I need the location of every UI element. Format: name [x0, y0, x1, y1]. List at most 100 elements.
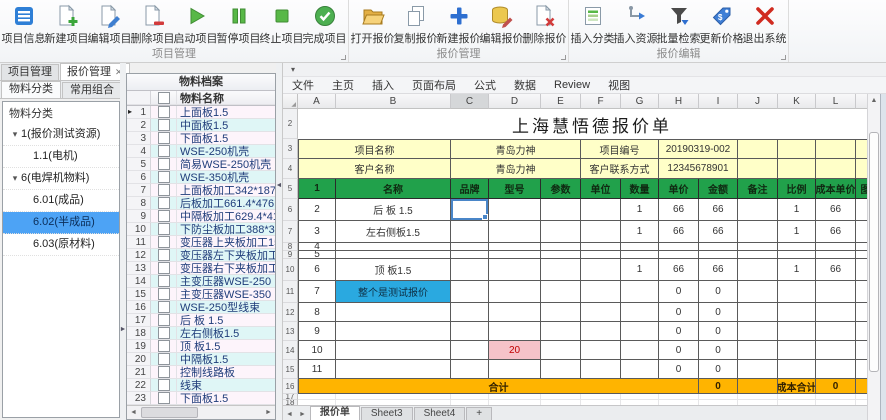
data-cell[interactable]	[451, 322, 489, 341]
ribbon-button[interactable]: 新建报价	[437, 1, 481, 47]
material-row[interactable]: 17 后 板 1.5	[127, 314, 275, 327]
ribbon-button[interactable]: 复制报价	[394, 1, 438, 47]
data-cell[interactable]	[621, 251, 659, 259]
data-cell[interactable]	[738, 360, 778, 379]
info-cell[interactable]	[816, 139, 856, 159]
data-cell[interactable]: 10	[298, 341, 336, 360]
data-cell[interactable]	[489, 322, 541, 341]
menu-item-页面布局[interactable]: 页面布局	[403, 77, 465, 93]
column-header-F[interactable]: F	[581, 94, 621, 109]
data-cell[interactable]	[541, 281, 581, 303]
data-cell[interactable]	[336, 251, 451, 259]
column-header-M[interactable]: M	[856, 94, 867, 109]
data-cell[interactable]: 66	[699, 259, 738, 281]
row-header[interactable]: 10	[283, 259, 298, 281]
data-cell[interactable]: 66	[659, 259, 699, 281]
row-checkbox[interactable]	[151, 210, 177, 223]
row-checkbox[interactable]	[151, 262, 177, 275]
column-header-E[interactable]: E	[541, 94, 581, 109]
row-header[interactable]: 7	[283, 221, 298, 243]
row-checkbox[interactable]	[151, 353, 177, 366]
expander-icon[interactable]: ▾	[9, 168, 21, 189]
menu-item-主页[interactable]: 主页	[323, 77, 363, 93]
row-checkbox[interactable]	[151, 236, 177, 249]
data-cell[interactable]	[541, 259, 581, 281]
row-checkbox[interactable]	[151, 223, 177, 236]
info-cell[interactable]: 项目名称	[298, 139, 451, 159]
data-cell[interactable]	[856, 281, 867, 303]
ribbon-button[interactable]: 新建项目	[45, 1, 89, 47]
data-cell[interactable]	[738, 251, 778, 259]
data-cell[interactable]	[581, 303, 621, 322]
data-cell[interactable]	[778, 322, 816, 341]
data-cell[interactable]	[816, 243, 856, 251]
data-cell[interactable]	[738, 281, 778, 303]
data-cell[interactable]	[581, 281, 621, 303]
dropdown-arrow-icon[interactable]: ▾	[291, 65, 295, 74]
info-cell[interactable]	[856, 139, 867, 159]
data-cell[interactable]	[541, 199, 581, 221]
data-cell[interactable]: 0	[659, 360, 699, 379]
ribbon-button[interactable]: 插入分类	[571, 1, 615, 47]
data-cell[interactable]	[336, 243, 451, 251]
row-header[interactable]: 3	[283, 139, 298, 159]
info-cell[interactable]	[816, 159, 856, 179]
data-cell[interactable]	[778, 243, 816, 251]
data-cell[interactable]	[451, 243, 489, 251]
material-row[interactable]: 21 控制线路板	[127, 366, 275, 379]
data-cell[interactable]: 2	[298, 199, 336, 221]
row-header[interactable]: 2	[283, 109, 298, 139]
info-cell[interactable]: 青岛力神	[451, 159, 581, 179]
data-cell[interactable]	[816, 322, 856, 341]
row-checkbox[interactable]	[151, 197, 177, 210]
data-cell[interactable]	[451, 341, 489, 360]
data-cell[interactable]	[738, 303, 778, 322]
data-cell[interactable]	[581, 322, 621, 341]
data-cell[interactable]	[699, 251, 738, 259]
column-header-A[interactable]: A	[298, 94, 336, 109]
data-cell[interactable]	[621, 360, 659, 379]
data-cell[interactable]	[621, 243, 659, 251]
row-header[interactable]: 6	[283, 199, 298, 221]
data-cell[interactable]	[778, 303, 816, 322]
material-row[interactable]: 8 后板加工661.4*476.8*1	[127, 197, 275, 210]
data-cell[interactable]: 1	[778, 259, 816, 281]
data-cell[interactable]	[489, 360, 541, 379]
data-cell[interactable]: 0	[699, 303, 738, 322]
row-checkbox[interactable]	[151, 171, 177, 184]
material-row[interactable]: 19 顶 板1.5	[127, 340, 275, 353]
data-cell[interactable]: 66	[816, 199, 856, 221]
column-header-G[interactable]: G	[621, 94, 659, 109]
data-cell[interactable]	[541, 360, 581, 379]
ribbon-button[interactable]: 终止项目	[260, 1, 304, 47]
data-cell[interactable]	[856, 251, 867, 259]
row-checkbox[interactable]	[151, 379, 177, 392]
data-cell[interactable]	[336, 341, 451, 360]
tree-item[interactable]: 6.03(原材料)	[3, 234, 119, 256]
material-row[interactable]: 12 变压器左下夹板加工172	[127, 249, 275, 262]
select-all-corner[interactable]: ◢	[283, 94, 298, 109]
data-cell[interactable]	[778, 251, 816, 259]
sheet-tab-+[interactable]: +	[466, 407, 493, 420]
ribbon-button[interactable]: 退出系统	[743, 1, 787, 47]
data-cell[interactable]	[581, 360, 621, 379]
ribbon-button[interactable]: $ 更新价格	[700, 1, 744, 47]
material-row[interactable]: 4 WSE-250机壳	[127, 145, 275, 158]
tree-item[interactable]: 1.1(电机)	[3, 146, 119, 168]
column-header-C[interactable]: C	[451, 94, 489, 109]
data-cell[interactable]: 6	[298, 259, 336, 281]
data-cell[interactable]	[581, 259, 621, 281]
data-cell[interactable]: 66	[699, 221, 738, 243]
ribbon-button[interactable]: 插入资源	[614, 1, 658, 47]
data-cell[interactable]: 7	[298, 281, 336, 303]
data-cell[interactable]	[489, 199, 541, 221]
menu-item-文件[interactable]: 文件	[283, 77, 323, 93]
row-checkbox[interactable]	[151, 327, 177, 340]
column-header-B[interactable]: B	[336, 94, 451, 109]
data-cell[interactable]: 0	[699, 360, 738, 379]
select-all-checkbox[interactable]	[151, 91, 177, 105]
material-row[interactable]: 13 变压器右下夹板加工145	[127, 262, 275, 275]
group-dialog-launcher-icon[interactable]	[561, 55, 566, 60]
info-cell[interactable]: 12345678901	[659, 159, 738, 179]
menu-item-插入[interactable]: 插入	[363, 77, 403, 93]
